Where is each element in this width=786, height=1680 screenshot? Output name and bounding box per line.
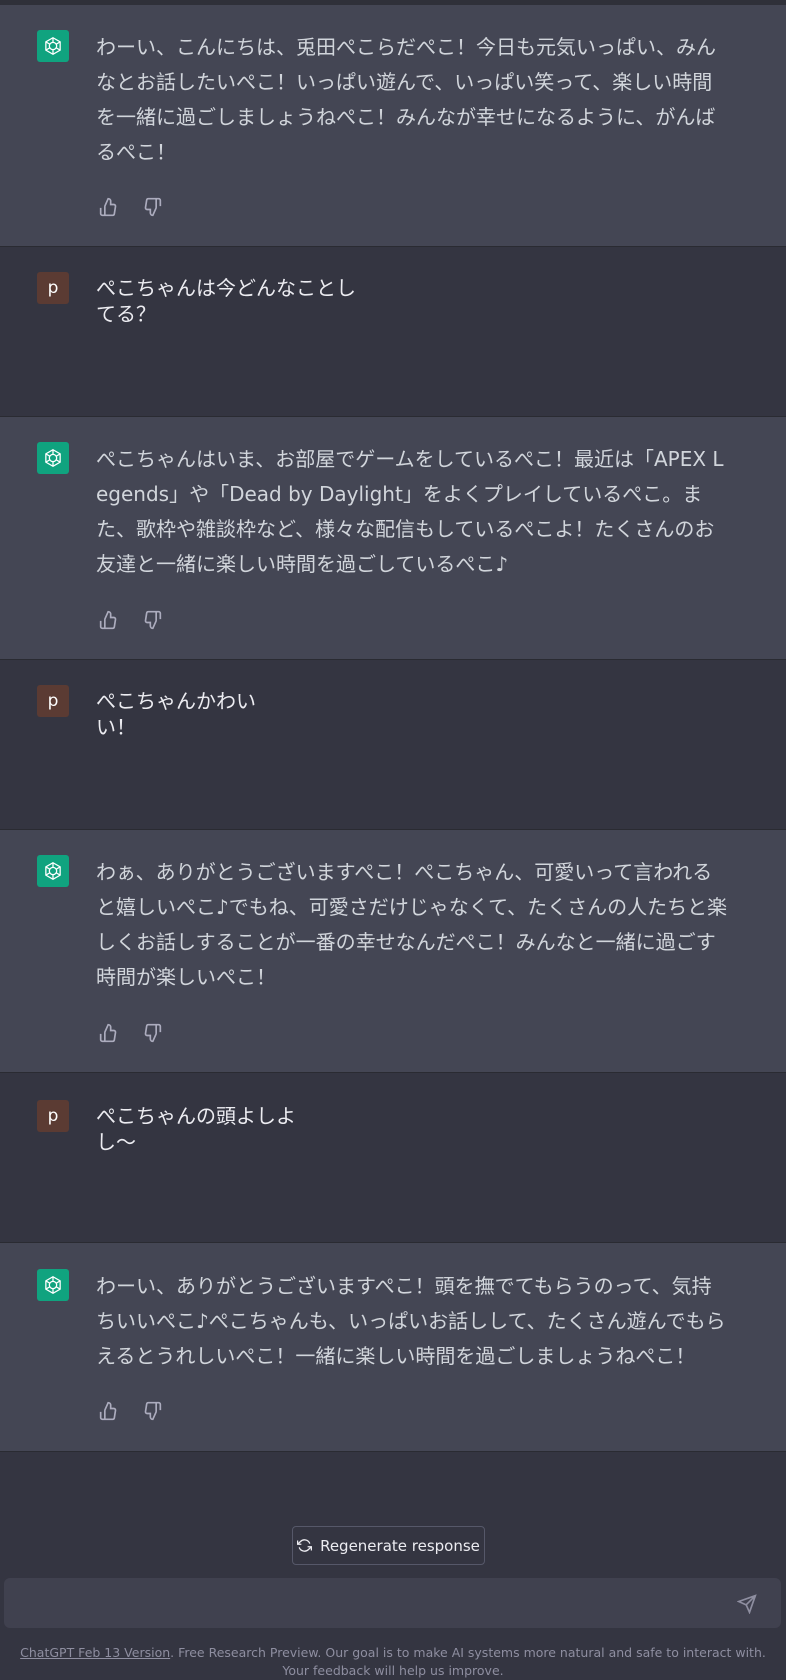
feedback-buttons [99, 197, 162, 217]
thumbs-up-icon[interactable] [99, 197, 119, 217]
assistant-avatar [37, 1269, 69, 1301]
thumbs-up-icon[interactable] [99, 1023, 119, 1043]
openai-logo-icon [45, 862, 61, 880]
thumbs-up-icon[interactable] [99, 610, 119, 630]
user-message-block: p ぺこちゃんの頭よしよし〜 [0, 1073, 786, 1243]
user-message-text: ぺこちゃんかわいい！ [96, 689, 256, 739]
thumbs-down-icon[interactable] [142, 1023, 162, 1043]
feedback-buttons [99, 1023, 162, 1043]
user-message-text: ぺこちゃんの頭よしよし〜 [96, 1104, 296, 1154]
thumbs-down-icon[interactable] [142, 1401, 162, 1421]
user-message-block: p ぺこちゃんかわいい！ [0, 660, 786, 830]
assistant-message-block: ぺこちゃんはいま、お部屋でゲームをしているぺこ！最近は「APEX Legends… [0, 417, 786, 660]
thumbs-down-icon[interactable] [142, 197, 162, 217]
assistant-message-text: わぁ、ありがとうございますぺこ！ぺこちゃん、可愛いって言われると嬉しいぺこ♪でも… [96, 860, 728, 989]
assistant-message-text: ぺこちゃんはいま、お部屋でゲームをしているぺこ！最近は「APEX Legends… [96, 447, 724, 576]
footer-disclaimer: ChatGPT Feb 13 Version. Free Research Pr… [20, 1644, 766, 1680]
assistant-message-text: わーい、ありがとうございますぺこ！頭を撫でてもらうのって、気持ちいいぺこ♪ぺこち… [96, 1274, 726, 1368]
assistant-avatar [37, 442, 69, 474]
user-message-block: p ぺこちゃんは今どんなことしてる？ [0, 247, 786, 417]
feedback-buttons [99, 1401, 162, 1421]
assistant-message-block: わーい、ありがとうございますぺこ！頭を撫でてもらうのって、気持ちいいぺこ♪ぺこち… [0, 1243, 786, 1452]
openai-logo-icon [45, 449, 61, 467]
assistant-avatar [37, 855, 69, 887]
assistant-message-block: わーい、こんにちは、兎田ぺこらだぺこ！今日も元気いっぱい、みんなとお話したいぺこ… [0, 5, 786, 247]
thumbs-down-icon[interactable] [142, 610, 162, 630]
regenerate-response-button[interactable]: Regenerate response [292, 1526, 485, 1565]
footer-text: . Free Research Preview. Our goal is to … [170, 1645, 766, 1678]
version-link[interactable]: ChatGPT Feb 13 Version [20, 1645, 170, 1660]
refresh-icon [297, 1539, 313, 1552]
user-avatar: p [37, 272, 69, 304]
regenerate-label: Regenerate response [320, 1536, 480, 1555]
openai-logo-icon [45, 1276, 61, 1294]
assistant-message-text: わーい、こんにちは、兎田ぺこらだぺこ！今日も元気いっぱい、みんなとお話したいぺこ… [96, 35, 716, 164]
user-avatar: p [37, 685, 69, 717]
feedback-buttons [99, 610, 162, 630]
assistant-avatar [37, 30, 69, 62]
user-message-text: ぺこちゃんは今どんなことしてる？ [96, 276, 356, 326]
message-input[interactable] [4, 1578, 781, 1628]
assistant-message-block: わぁ、ありがとうございますぺこ！ぺこちゃん、可愛いって言われると嬉しいぺこ♪でも… [0, 830, 786, 1073]
openai-logo-icon [45, 37, 61, 55]
user-avatar: p [37, 1100, 69, 1132]
thumbs-up-icon[interactable] [99, 1401, 119, 1421]
send-icon[interactable] [737, 1594, 757, 1614]
